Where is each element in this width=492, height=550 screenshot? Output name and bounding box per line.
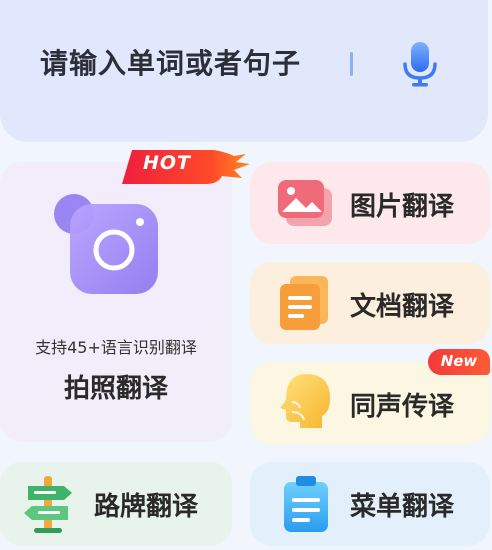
image-translate-card[interactable]: 图片翻译 bbox=[250, 162, 490, 244]
document-translate-card[interactable]: 文档翻译 bbox=[250, 262, 490, 344]
speaking-head-icon bbox=[280, 374, 330, 428]
photo-translate-card[interactable]: 支持45+语言识别翻译 拍照翻译 bbox=[0, 162, 232, 442]
new-badge: New bbox=[428, 349, 490, 375]
search-bar[interactable]: 请输入单词或者句子 bbox=[0, 0, 488, 142]
menu-translate-card[interactable]: 菜单翻译 bbox=[250, 462, 490, 546]
image-icon bbox=[278, 180, 332, 226]
document-icon bbox=[280, 276, 328, 330]
simultaneous-interpretation-label: 同声传译 bbox=[350, 392, 455, 422]
menu-clipboard-icon bbox=[284, 476, 328, 532]
image-translate-label: 图片翻译 bbox=[350, 192, 455, 222]
microphone-icon[interactable] bbox=[400, 40, 440, 88]
menu-translate-label: 菜单翻译 bbox=[350, 492, 455, 522]
search-placeholder[interactable]: 请输入单词或者句子 bbox=[40, 42, 301, 82]
search-cursor-divider bbox=[350, 52, 353, 76]
signpost-icon bbox=[24, 476, 72, 533]
signpost-translate-label: 路牌翻译 bbox=[94, 492, 199, 522]
photo-translate-subtitle: 支持45+语言识别翻译 bbox=[35, 338, 197, 357]
document-translate-label: 文档翻译 bbox=[350, 292, 455, 322]
hot-badge: HOT bbox=[143, 152, 192, 174]
photo-translate-title: 拍照翻译 bbox=[63, 374, 168, 404]
signpost-translate-card[interactable]: 路牌翻译 bbox=[0, 462, 232, 546]
camera-icon bbox=[54, 194, 158, 294]
new-badge-text: New bbox=[440, 352, 478, 370]
